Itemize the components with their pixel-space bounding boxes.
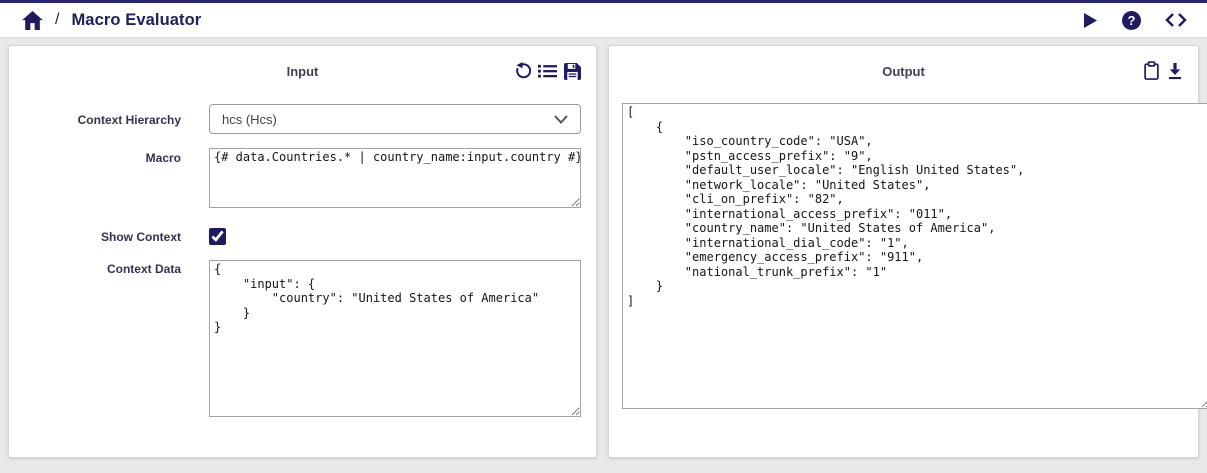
output-textarea[interactable]: [ { "iso_country_code": "USA", "pstn_acc…: [622, 103, 1207, 409]
context-data-input[interactable]: { "input": { "country": "United States o…: [209, 260, 581, 417]
show-context-row: Show Context: [21, 228, 581, 250]
output-panel: Output [ { "iso_coun: [608, 45, 1199, 458]
output-panel-title: Output: [882, 64, 925, 79]
breadcrumb-separator: /: [55, 11, 59, 29]
context-data-row: Context Data { "input": { "country": "Un…: [21, 260, 581, 417]
list-icon[interactable]: [538, 63, 557, 79]
help-icon[interactable]: ?: [1122, 11, 1141, 30]
output-panel-actions: [1143, 46, 1183, 96]
save-icon[interactable]: [564, 63, 581, 80]
show-context-checkbox[interactable]: [209, 228, 226, 245]
input-panel-title: Input: [287, 64, 319, 79]
show-context-label: Show Context: [21, 228, 181, 244]
reset-icon[interactable]: [513, 62, 531, 80]
input-panel: Input: [8, 45, 597, 458]
chevron-down-icon: [554, 115, 568, 124]
header-actions: ?: [1082, 11, 1187, 30]
input-panel-actions: [513, 46, 581, 96]
page-title: Macro Evaluator: [71, 11, 201, 30]
context-data-label: Context Data: [21, 260, 181, 276]
context-hierarchy-label: Context Hierarchy: [21, 104, 181, 127]
macro-input[interactable]: {# data.Countries.* | country_name:input…: [209, 148, 581, 208]
copy-to-clipboard-icon[interactable]: [1143, 61, 1160, 81]
home-icon[interactable]: [22, 11, 43, 30]
context-hierarchy-selected-value: hcs (Hcs): [222, 112, 277, 127]
output-panel-header: Output: [609, 46, 1198, 96]
macro-row: Macro {# data.Countries.* | country_name…: [21, 148, 581, 208]
breadcrumb: / Macro Evaluator: [22, 11, 201, 30]
download-icon[interactable]: [1167, 62, 1183, 80]
run-macro-icon[interactable]: [1082, 12, 1098, 29]
code-icon[interactable]: [1165, 12, 1187, 28]
context-hierarchy-row: Context Hierarchy hcs (Hcs): [21, 104, 581, 134]
context-hierarchy-select[interactable]: hcs (Hcs): [209, 104, 581, 134]
main-content: Input: [0, 37, 1207, 466]
input-panel-header: Input: [9, 46, 596, 96]
macro-label: Macro: [21, 148, 181, 165]
help-glyph: ?: [1122, 11, 1141, 30]
app-header: / Macro Evaluator ?: [0, 3, 1207, 37]
